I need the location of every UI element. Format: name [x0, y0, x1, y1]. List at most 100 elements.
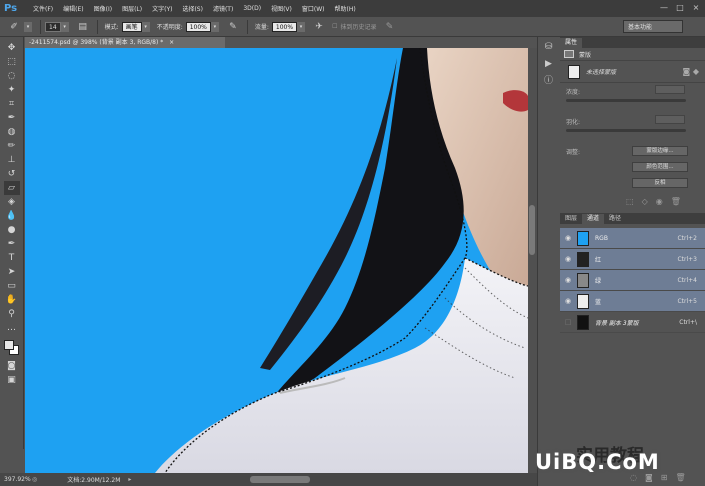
- load-selection-icon[interactable]: ⬚: [626, 197, 634, 206]
- zoom-level-field[interactable]: 397.92%: [4, 476, 32, 483]
- menu-layer[interactable]: 图层(L): [117, 4, 147, 13]
- density-field[interactable]: [655, 85, 685, 94]
- minimize-button[interactable]: —: [659, 3, 669, 13]
- screen-mode-icon[interactable]: ▣: [4, 373, 20, 387]
- close-document-button[interactable]: ×: [169, 39, 174, 46]
- channel-row-mask[interactable]: □ 背景 副本 3蒙版 Ctrl+\: [560, 312, 705, 333]
- eye-icon[interactable]: ◉: [563, 255, 573, 263]
- tab-channels[interactable]: 通道: [582, 214, 605, 224]
- vertical-scroll-thumb[interactable]: [529, 205, 535, 255]
- tool-preset-dropdown[interactable]: ▾: [24, 21, 32, 32]
- eyedropper-tool-icon[interactable]: ✒: [4, 111, 20, 125]
- delete-channel-icon[interactable]: 🗑: [675, 473, 685, 482]
- feather-field[interactable]: [655, 115, 685, 124]
- color-range-button[interactable]: 颜色范围...: [632, 162, 688, 172]
- blur-tool-icon[interactable]: 💧: [4, 209, 20, 223]
- brush-size-picker[interactable]: 14: [45, 21, 61, 32]
- paint-bucket-tool-icon[interactable]: ◈: [4, 195, 20, 209]
- more-tools-icon[interactable]: …: [4, 321, 20, 335]
- menu-view[interactable]: 视图(V): [266, 4, 297, 13]
- opacity-field[interactable]: 100%: [185, 21, 211, 32]
- eraser-tool-icon[interactable]: ✐: [8, 21, 20, 33]
- menu-select[interactable]: 选择(S): [177, 4, 208, 13]
- eye-off-icon[interactable]: □: [563, 318, 573, 326]
- brush-picker-dropdown[interactable]: ▾: [60, 21, 69, 32]
- opacity-dropdown[interactable]: ▾: [210, 21, 219, 32]
- hand-tool-icon[interactable]: ✋: [4, 293, 20, 307]
- tab-layers[interactable]: 图层: [560, 214, 582, 224]
- mode-select[interactable]: 画笔: [121, 21, 142, 32]
- mask-visibility-icon[interactable]: ◉: [656, 197, 663, 206]
- status-info-icon[interactable]: ◎: [32, 476, 37, 483]
- brush-panel-icon[interactable]: ▤: [77, 21, 89, 33]
- status-menu-arrow-icon[interactable]: ▸: [128, 476, 131, 483]
- history-brush-tool-icon[interactable]: ↺: [4, 167, 20, 181]
- flow-field[interactable]: 100%: [271, 21, 298, 32]
- menu-edit[interactable]: 编辑(E): [58, 4, 88, 13]
- horizontal-scroll-thumb[interactable]: [250, 476, 310, 483]
- new-channel-icon[interactable]: ⊞: [661, 473, 668, 482]
- tab-properties[interactable]: 属性: [560, 38, 583, 48]
- load-channel-icon[interactable]: ◌: [630, 473, 637, 482]
- move-tool-icon[interactable]: ✥: [4, 41, 20, 55]
- menu-image[interactable]: 图像(I): [89, 4, 117, 13]
- menu-file[interactable]: 文件(F): [28, 4, 58, 13]
- pressure-opacity-icon[interactable]: ✎: [227, 21, 239, 33]
- apply-mask-icon[interactable]: ◇: [642, 197, 648, 206]
- mask-options-icons[interactable]: ◙ ◆: [683, 67, 699, 76]
- eye-icon[interactable]: ◉: [563, 297, 573, 305]
- menu-3d[interactable]: 3D(D): [238, 5, 266, 12]
- channel-row-blue[interactable]: ◉ 蓝 Ctrl+5: [560, 291, 705, 312]
- crop-tool-icon[interactable]: ⌗: [4, 97, 20, 111]
- airbrush-icon[interactable]: ✈: [313, 21, 325, 33]
- eraser-tool-icon[interactable]: ▱: [3, 181, 20, 195]
- channel-name: 红: [595, 256, 602, 264]
- mask-row: 未选择蒙版 ◙ ◆: [560, 61, 705, 83]
- shape-tool-icon[interactable]: ▭: [4, 279, 20, 293]
- actions-panel-icon[interactable]: ▶: [541, 57, 557, 71]
- foreground-color-swatch[interactable]: [4, 340, 14, 350]
- quick-selection-tool-icon[interactable]: ✦: [4, 83, 20, 97]
- menu-help[interactable]: 帮助(H): [330, 4, 361, 13]
- feather-slider[interactable]: [566, 129, 686, 132]
- info-panel-icon[interactable]: ⓘ: [541, 74, 557, 88]
- menu-filter[interactable]: 滤镜(T): [208, 4, 238, 13]
- color-swatches[interactable]: [0, 337, 23, 359]
- invert-button[interactable]: 反相: [632, 178, 688, 188]
- marquee-tool-icon[interactable]: ⬚: [4, 55, 20, 69]
- pressure-size-icon[interactable]: ✎: [383, 21, 395, 33]
- menu-type[interactable]: 文字(Y): [147, 4, 177, 13]
- document-tab[interactable]: -2411574.psd @ 398% (背景 副本 3, RGB/8) * ×: [25, 37, 225, 48]
- workspace-switcher[interactable]: 基本功能: [623, 20, 683, 33]
- delete-mask-icon[interactable]: 🗑: [671, 197, 681, 206]
- channel-thumbnail: [577, 251, 589, 267]
- document-canvas[interactable]: [25, 48, 528, 473]
- history-panel-icon[interactable]: ⛁: [541, 40, 557, 54]
- vertical-scrollbar[interactable]: [528, 48, 537, 473]
- channel-row-red[interactable]: ◉ 红 Ctrl+3: [560, 249, 705, 270]
- mode-dropdown[interactable]: ▾: [141, 21, 150, 32]
- spot-healing-tool-icon[interactable]: ◍: [4, 125, 20, 139]
- channel-row-rgb[interactable]: ◉ RGB Ctrl+2: [560, 228, 705, 249]
- density-slider[interactable]: [566, 99, 686, 102]
- flow-dropdown[interactable]: ▾: [297, 21, 306, 32]
- brush-tool-icon[interactable]: ✏: [4, 139, 20, 153]
- zoom-tool-icon[interactable]: ⚲: [4, 307, 20, 321]
- quick-mask-icon[interactable]: ◙: [4, 359, 20, 373]
- pen-tool-icon[interactable]: ✒: [4, 237, 20, 251]
- path-selection-tool-icon[interactable]: ➤: [4, 265, 20, 279]
- dodge-tool-icon[interactable]: ●: [4, 223, 20, 237]
- eye-icon[interactable]: ◉: [563, 276, 573, 284]
- tab-paths[interactable]: 路径: [604, 214, 626, 224]
- clone-stamp-tool-icon[interactable]: ⊥: [4, 153, 20, 167]
- mask-edge-button[interactable]: 蒙版边缘...: [632, 146, 688, 156]
- channel-row-green[interactable]: ◉ 绿 Ctrl+4: [560, 270, 705, 291]
- save-selection-icon[interactable]: ◙: [645, 473, 653, 482]
- menu-window[interactable]: 窗口(W): [297, 4, 330, 13]
- erase-to-history-checkbox[interactable]: ☐: [332, 23, 337, 30]
- lasso-tool-icon[interactable]: ◌: [4, 69, 20, 83]
- maximize-button[interactable]: □: [675, 3, 685, 13]
- close-window-button[interactable]: ×: [691, 3, 701, 13]
- eye-icon[interactable]: ◉: [563, 234, 573, 242]
- type-tool-icon[interactable]: T: [4, 251, 20, 265]
